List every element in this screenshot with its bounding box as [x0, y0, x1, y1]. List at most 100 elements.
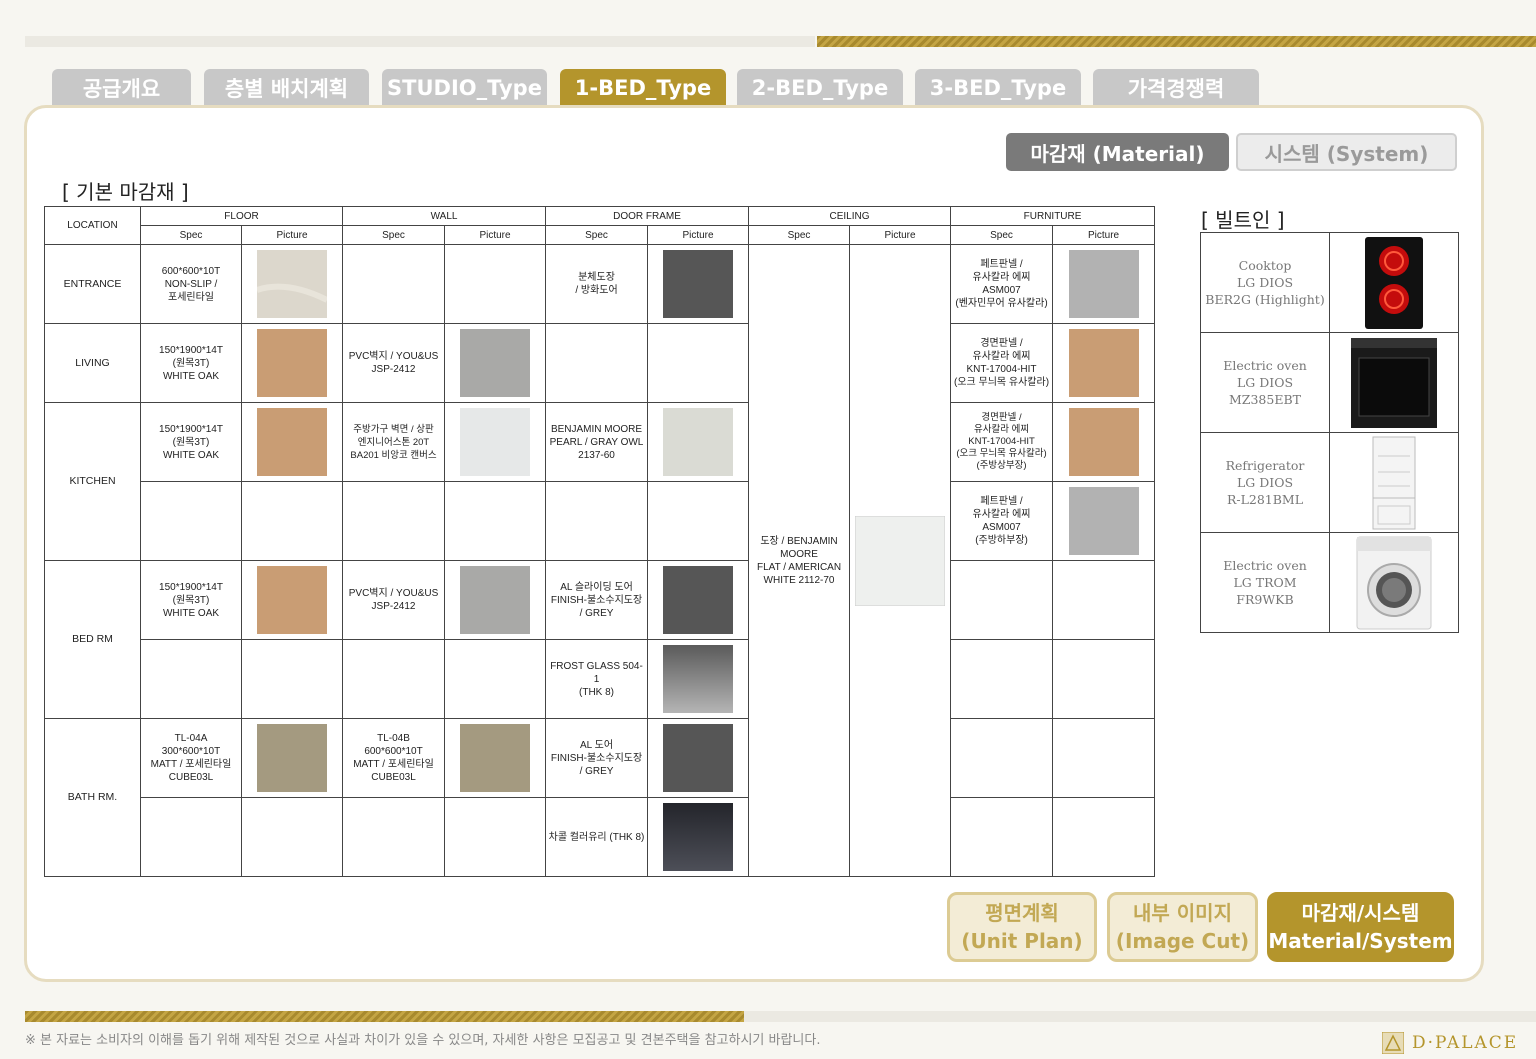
location-kitchen: KITCHEN [44, 402, 141, 561]
tab-3bed-type[interactable]: 3-BED_Type [915, 69, 1081, 107]
builtin-washer-picture [1329, 532, 1459, 633]
spec-subheader: Spec [748, 225, 851, 245]
oak-wood-swatch [257, 329, 327, 397]
bath-furniture-spec-2 [950, 797, 1054, 877]
location-entrance: ENTRANCE [44, 244, 141, 324]
bed-wall-picture-2 [444, 639, 547, 719]
tab-supply-overview[interactable]: 공급개요 [52, 69, 191, 107]
white-paint-swatch [855, 515, 946, 606]
living-door-spec [545, 323, 649, 403]
tab-floor-layout[interactable]: 층별 배치계획 [204, 69, 369, 107]
grey-wallpaper-swatch [460, 329, 531, 397]
pearl-grey-swatch [663, 408, 734, 476]
spec-subheader: Spec [950, 225, 1054, 245]
image-cut-label: 내부 이미지 (Image Cut) [1115, 901, 1250, 953]
bed-glass-picture [647, 639, 750, 719]
entrance-door-picture [647, 244, 750, 324]
living-furniture-spec: 경면판넬 / 유사칼라 에찌 KNT-17004-HIT (오크 무늬목 유사칼… [950, 323, 1054, 403]
unit-plan-button[interactable]: 평면계획 (Unit Plan) [947, 892, 1097, 962]
bed-wall-spec: PVC벽지 / YOU&US JSP-2412 [342, 560, 446, 640]
picture-subheader: Picture [647, 225, 750, 245]
material-system-label: 마감재/시스템 (Material/System) [1259, 901, 1462, 953]
bath-wall-spec-2 [342, 797, 446, 877]
builtin-oven-text: Electric oven LG DIOS MZ385EBT [1200, 332, 1330, 433]
living-floor-picture [240, 323, 344, 403]
disclaimer-note: ※ 본 자료는 소비자의 이해를 돕기 위해 제작된 것으로 사실과 차이가 있… [25, 1033, 821, 1048]
kitchen-wall-spec: 주방가구 벽면 / 상판 엔지니어스톤 20T BA201 비앙코 캔버스 [342, 402, 446, 482]
picture-subheader: Picture [1052, 225, 1156, 245]
kitchen-wall-picture [444, 402, 547, 482]
bath-furniture-picture [1052, 718, 1156, 798]
bath-tile-swatch [257, 724, 327, 792]
light-grey-swatch [1068, 250, 1139, 318]
bed-furniture-picture-2 [1052, 639, 1156, 719]
kitchen-door-picture [647, 402, 750, 482]
tab-price-competitiveness[interactable]: 가격경쟁력 [1093, 69, 1259, 107]
grey-wallpaper-swatch [460, 566, 531, 634]
tab-studio-type[interactable]: STUDIO_Type [382, 69, 547, 107]
kitchen-floor-spec-2 [140, 481, 242, 561]
bed-glass-spec: FROST GLASS 504- 1 (THK 8) [545, 639, 649, 719]
builtin-title: 빌트인 [1215, 208, 1271, 232]
appliance-name: Refrigerator [1225, 458, 1305, 473]
door-frame-header: DOOR FRAME [545, 206, 750, 226]
oak-wood-swatch [1068, 408, 1139, 476]
bed-wall-spec-2 [342, 639, 446, 719]
entrance-floor-spec: 600*600*10T NON-SLIP / 포세린타일 [140, 244, 242, 324]
charcoal-glass-swatch [663, 803, 734, 871]
bath-floor-picture [240, 718, 344, 798]
kitchen-wall-picture-2 [444, 481, 547, 561]
image-cut-button[interactable]: 내부 이미지 (Image Cut) [1107, 892, 1258, 962]
builtin-refrigerator-picture [1329, 432, 1459, 533]
kitchen-upper-furniture-picture [1052, 402, 1156, 482]
appliance-brand: LG DIOS [1236, 375, 1294, 390]
stone-tile-swatch [257, 250, 327, 318]
material-table: LOCATION FLOOR WALL DOOR FRAME CEILING F… [44, 206, 1156, 877]
logo-text: D·PALACE [1412, 1033, 1519, 1053]
bath-floor-spec-2 [140, 797, 242, 877]
tab-2bed-type[interactable]: 2-BED_Type [737, 69, 903, 107]
living-wall-spec: PVC벽지 / YOU&US JSP-2412 [342, 323, 446, 403]
kitchen-floor-picture-2 [240, 481, 344, 561]
appliance-model: R-L281BML [1226, 492, 1304, 507]
appliance-brand: LG TROM [1233, 575, 1297, 590]
bath-door-spec: AL 도어 FINISH-불소수지도장 / GREY [545, 718, 649, 798]
entrance-floor-picture [240, 244, 344, 324]
bed-floor-picture-2 [240, 639, 344, 719]
bath-wall-picture [444, 718, 547, 798]
appliance-name: Electric oven [1223, 558, 1307, 573]
entrance-furniture-spec: 페트판넬 / 유사칼라 에찌 ASM007 (벤자민무어 유사칼라) [950, 244, 1054, 324]
bath-glass-spec: 차콜 컬러유리 (THK 8) [545, 797, 649, 877]
appliance-model: FR9WKB [1236, 592, 1294, 607]
cooktop-icon [1365, 236, 1423, 329]
bath-glass-picture [647, 797, 750, 877]
bed-furniture-picture [1052, 560, 1156, 640]
ceiling-picture [849, 244, 952, 877]
system-toggle-button[interactable]: 시스템 (System) [1236, 133, 1457, 171]
builtin-oven-picture [1329, 332, 1459, 433]
appliance-brand: LG DIOS [1236, 475, 1294, 490]
entrance-wall-spec [342, 244, 446, 324]
bed-furniture-spec [950, 560, 1054, 640]
kitchen-floor-picture [240, 402, 344, 482]
bath-furniture-spec [950, 718, 1054, 798]
appliance-model: MZ385EBT [1229, 392, 1301, 407]
material-toggle-button[interactable]: 마감재 (Material) [1006, 133, 1229, 171]
location-living: LIVING [44, 323, 141, 403]
light-grey-swatch [1068, 487, 1139, 555]
oak-wood-swatch [257, 408, 327, 476]
basic-material-title: 기본 마감재 [76, 180, 175, 204]
bed-floor-picture [240, 560, 344, 640]
location-bed-room: BED RM [44, 560, 141, 719]
bed-door-spec: AL 슬라이딩 도어 FINISH-불소수지도장 / GREY [545, 560, 649, 640]
ceiling-header: CEILING [748, 206, 952, 226]
builtin-table: Cooktop LG DIOS BER2G (Highlight) Electr… [1200, 232, 1459, 633]
bottom-divider-gold [25, 1011, 744, 1022]
appliance-name: Cooktop [1238, 258, 1292, 273]
top-divider-light [25, 36, 815, 47]
tab-1bed-type[interactable]: 1-BED_Type [560, 69, 726, 107]
material-system-button[interactable]: 마감재/시스템 (Material/System) [1259, 892, 1462, 962]
kitchen-door-picture-2 [647, 481, 750, 561]
basic-material-heading: [ 기본 마감재 ] [62, 180, 189, 204]
bath-door-picture [647, 718, 750, 798]
